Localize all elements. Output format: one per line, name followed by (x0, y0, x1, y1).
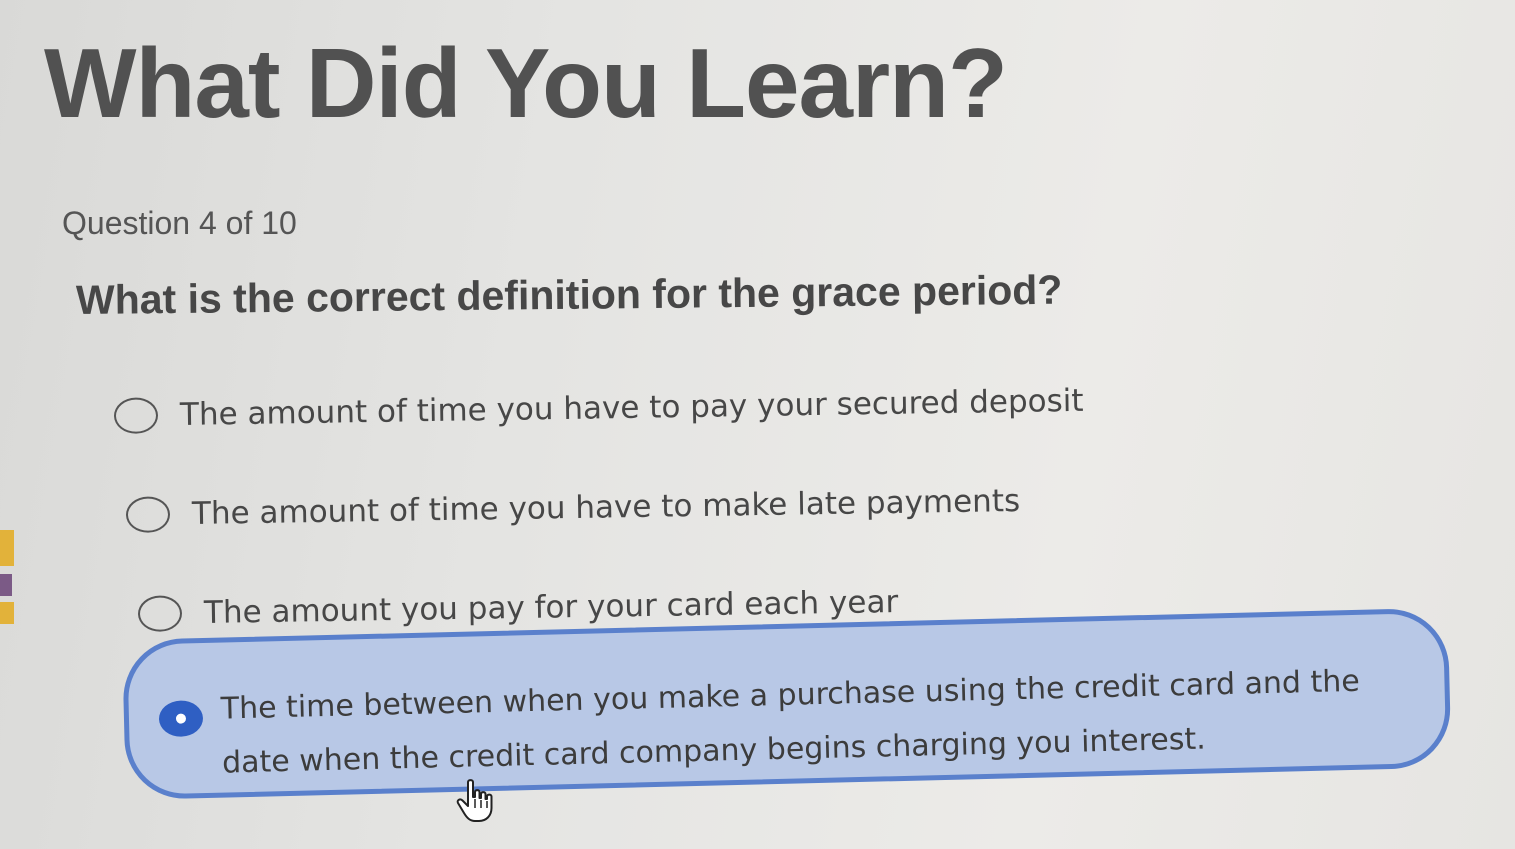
answer-option-label: The time between when you make a purchas… (220, 663, 1361, 781)
radio-unselected-icon[interactable] (137, 595, 183, 632)
radio-selected-icon[interactable] (158, 700, 204, 738)
quiz-page: What Did You Learn? Question 4 of 10 Wha… (0, 0, 1515, 849)
accent-bar-purple (0, 574, 12, 596)
accent-bar-yellow (0, 530, 14, 566)
question-counter: Question 4 of 10 (62, 205, 297, 241)
question-text: What is the correct definition for the g… (75, 266, 1063, 323)
answer-option-2[interactable]: The amount of time you have to make late… (125, 482, 1021, 533)
hand-pointer-icon (456, 779, 493, 822)
answer-option-label: The amount of time you have to pay your … (179, 382, 1084, 433)
radio-unselected-icon[interactable] (125, 496, 171, 533)
radio-dot (175, 713, 187, 724)
left-edge-accent (0, 530, 22, 625)
radio-unselected-icon[interactable] (113, 397, 159, 434)
accent-bar-yellow-lower (0, 602, 14, 624)
answer-option-1[interactable]: The amount of time you have to pay your … (113, 382, 1084, 434)
answer-option-4-selected[interactable]: The time between when you make a purchas… (122, 607, 1452, 800)
page-title: What Did You Learn? (44, 28, 1008, 138)
answer-option-label: The amount of time you have to make late… (191, 482, 1021, 532)
